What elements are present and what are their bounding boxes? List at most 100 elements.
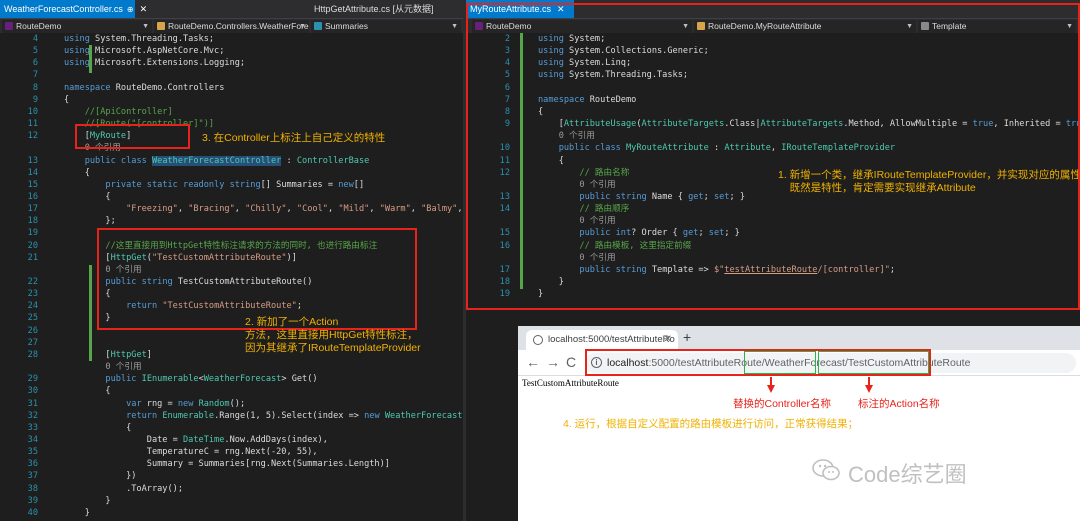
annotation-step3: 3. 在Controller上标注上自己定义的特性 [202, 132, 386, 144]
code-line[interactable]: 39 } [0, 495, 463, 507]
code-line[interactable]: 16 { [0, 191, 463, 203]
arrow-down-icon [767, 385, 775, 393]
line-number: 19 [27, 228, 38, 239]
code-line[interactable]: 17 "Freezing", "Bracing", "Chilly", "Coo… [0, 203, 463, 215]
code-line[interactable]: 30 { [0, 385, 463, 397]
wechat-icon [812, 459, 840, 481]
tab-weatherforecastcontroller[interactable]: WeatherForecastController.cs ⊕ ✕ [0, 0, 147, 18]
code-line[interactable]: 37 }) [0, 470, 463, 482]
line-number: 40 [27, 507, 38, 518]
member-dropdown[interactable]: Summaries ▼ [311, 20, 461, 33]
code-line[interactable]: 15 private static readonly string[] Summ… [0, 179, 463, 191]
browser-tab[interactable]: localhost:5000/testAttributeRo ✕ [526, 330, 678, 350]
field-icon [314, 22, 322, 30]
code-line[interactable]: 35 TemperatureC = rng.Next(-20, 55), [0, 446, 463, 458]
code-line[interactable]: 34 Date = DateTime.Now.AddDays(index), [0, 434, 463, 446]
line-number: 20 [27, 240, 38, 251]
highlight-action-box [97, 228, 417, 330]
tab-httpgetattribute[interactable]: HttpGetAttribute.cs [从元数据] [310, 0, 438, 18]
line-number: 16 [27, 191, 38, 202]
line-number: 10 [27, 106, 38, 117]
line-number: 31 [27, 398, 38, 409]
code-line[interactable]: 10 //[ApiController] [0, 106, 463, 118]
code-line[interactable]: 9{ [0, 94, 463, 106]
code-line[interactable]: 38 .ToArray(); [0, 483, 463, 495]
close-icon[interactable]: ✕ [664, 330, 672, 350]
left-editor-pane: WeatherForecastController.cs ⊕ ✕ HttpGetAt… [0, 0, 463, 521]
code-line[interactable]: 36 Summary = Summaries[rng.Next(Summarie… [0, 458, 463, 470]
page-body-text: TestCustomAttributeRoute [522, 378, 619, 388]
new-tab-button[interactable]: + [683, 329, 691, 345]
code-text: }; [64, 216, 116, 227]
line-number: 29 [27, 374, 38, 385]
tab-label: WeatherForecastController.cs [4, 4, 123, 14]
code-line[interactable]: 13 public class WeatherForecastControlle… [0, 155, 463, 167]
code-text: { [64, 422, 132, 433]
line-number: 6 [32, 58, 38, 69]
line-number: 14 [27, 167, 38, 178]
line-number: 36 [27, 459, 38, 470]
code-text: } [64, 507, 90, 518]
change-indicator [89, 45, 92, 73]
line-number: 32 [27, 410, 38, 421]
line-number: 15 [27, 179, 38, 190]
code-text: using System.Threading.Tasks; [64, 34, 215, 44]
project-dropdown[interactable]: RouteDemo ▼ [2, 20, 152, 33]
class-dropdown[interactable]: RouteDemo.Controllers.WeatherForec ▼ [154, 20, 309, 33]
pin-icon[interactable]: ⊕ [127, 5, 134, 14]
code-text: namespace RouteDemo.Controllers [64, 82, 225, 93]
code-line[interactable]: 14 { [0, 167, 463, 179]
code-text: //[ApiController] [84, 106, 173, 117]
code-text: private static readonly string[] Summari… [105, 179, 365, 190]
forward-button[interactable]: → [546, 354, 560, 370]
code-line[interactable]: 33 { [0, 422, 463, 434]
line-number: 17 [27, 204, 38, 215]
code-text: { [64, 191, 111, 202]
reload-button[interactable]: C [566, 354, 576, 370]
code-text: } [64, 495, 111, 506]
close-icon[interactable]: ✕ [140, 4, 148, 14]
chevron-down-icon: ▼ [142, 23, 149, 30]
code-line[interactable]: 5 using Microsoft.AspNetCore.Mvc; [0, 45, 463, 57]
code-text: Date = DateTime.Now.AddDays(index), [64, 434, 328, 445]
member-name: Summaries [325, 21, 368, 31]
code-line[interactable]: 18 }; [0, 215, 463, 227]
line-number: 27 [27, 337, 38, 348]
highlight-myroute-box [75, 124, 190, 149]
watermark-text: Code综艺圈 [848, 462, 967, 487]
line-number: 26 [27, 325, 38, 336]
line-number: 4 [32, 34, 38, 44]
code-text: { [64, 167, 90, 178]
code-line[interactable]: 29 public IEnumerable<WeatherForecast> G… [0, 373, 463, 385]
code-line[interactable]: 6 using Microsoft.Extensions.Logging; [0, 57, 463, 69]
code-line[interactable]: 11 //[Route("[controller]")] [0, 118, 463, 130]
line-number: 30 [27, 386, 38, 397]
watermark: Code综艺圈 [812, 457, 967, 489]
code-line[interactable]: 0 个引用 [0, 361, 463, 373]
annotation-step4: 4. 运行，根据自定义配置的路由模板进行访问，正常获得结果； [563, 418, 859, 430]
code-line[interactable]: 8 namespace RouteDemo.Controllers [0, 82, 463, 94]
code-text: .ToArray(); [64, 483, 183, 494]
line-number: 25 [27, 313, 38, 324]
code-line[interactable]: 31 var rng = new Random(); [0, 398, 463, 410]
code-text: public class WeatherForecastController :… [84, 155, 370, 166]
code-line[interactable]: 40 } [0, 507, 463, 519]
line-number: 37 [27, 471, 38, 482]
code-text: { [64, 386, 111, 397]
code-line[interactable]: 7 [0, 69, 463, 81]
line-number: 35 [27, 447, 38, 458]
browser-tab-strip: localhost:5000/testAttributeRo ✕ + [518, 326, 1080, 350]
code-line[interactable]: 32 return Enumerable.Range(1, 5).Select(… [0, 410, 463, 422]
code-line[interactable]: 4 using System.Threading.Tasks; [0, 33, 463, 45]
left-tab-bar: WeatherForecastController.cs ⊕ ✕ HttpGetAt… [0, 0, 463, 18]
line-number: 13 [27, 155, 38, 166]
project-name: RouteDemo [16, 21, 62, 31]
line-number: 24 [27, 301, 38, 312]
change-indicator [89, 265, 92, 361]
code-text: { [64, 94, 70, 105]
label-replaced-controller: 替换的Controller名称 [733, 398, 832, 410]
line-number: 8 [32, 82, 38, 93]
label-marked-action: 标注的Action名称 [858, 398, 940, 410]
code-text: var rng = new Random(); [126, 398, 246, 409]
back-button[interactable]: ← [526, 354, 540, 370]
